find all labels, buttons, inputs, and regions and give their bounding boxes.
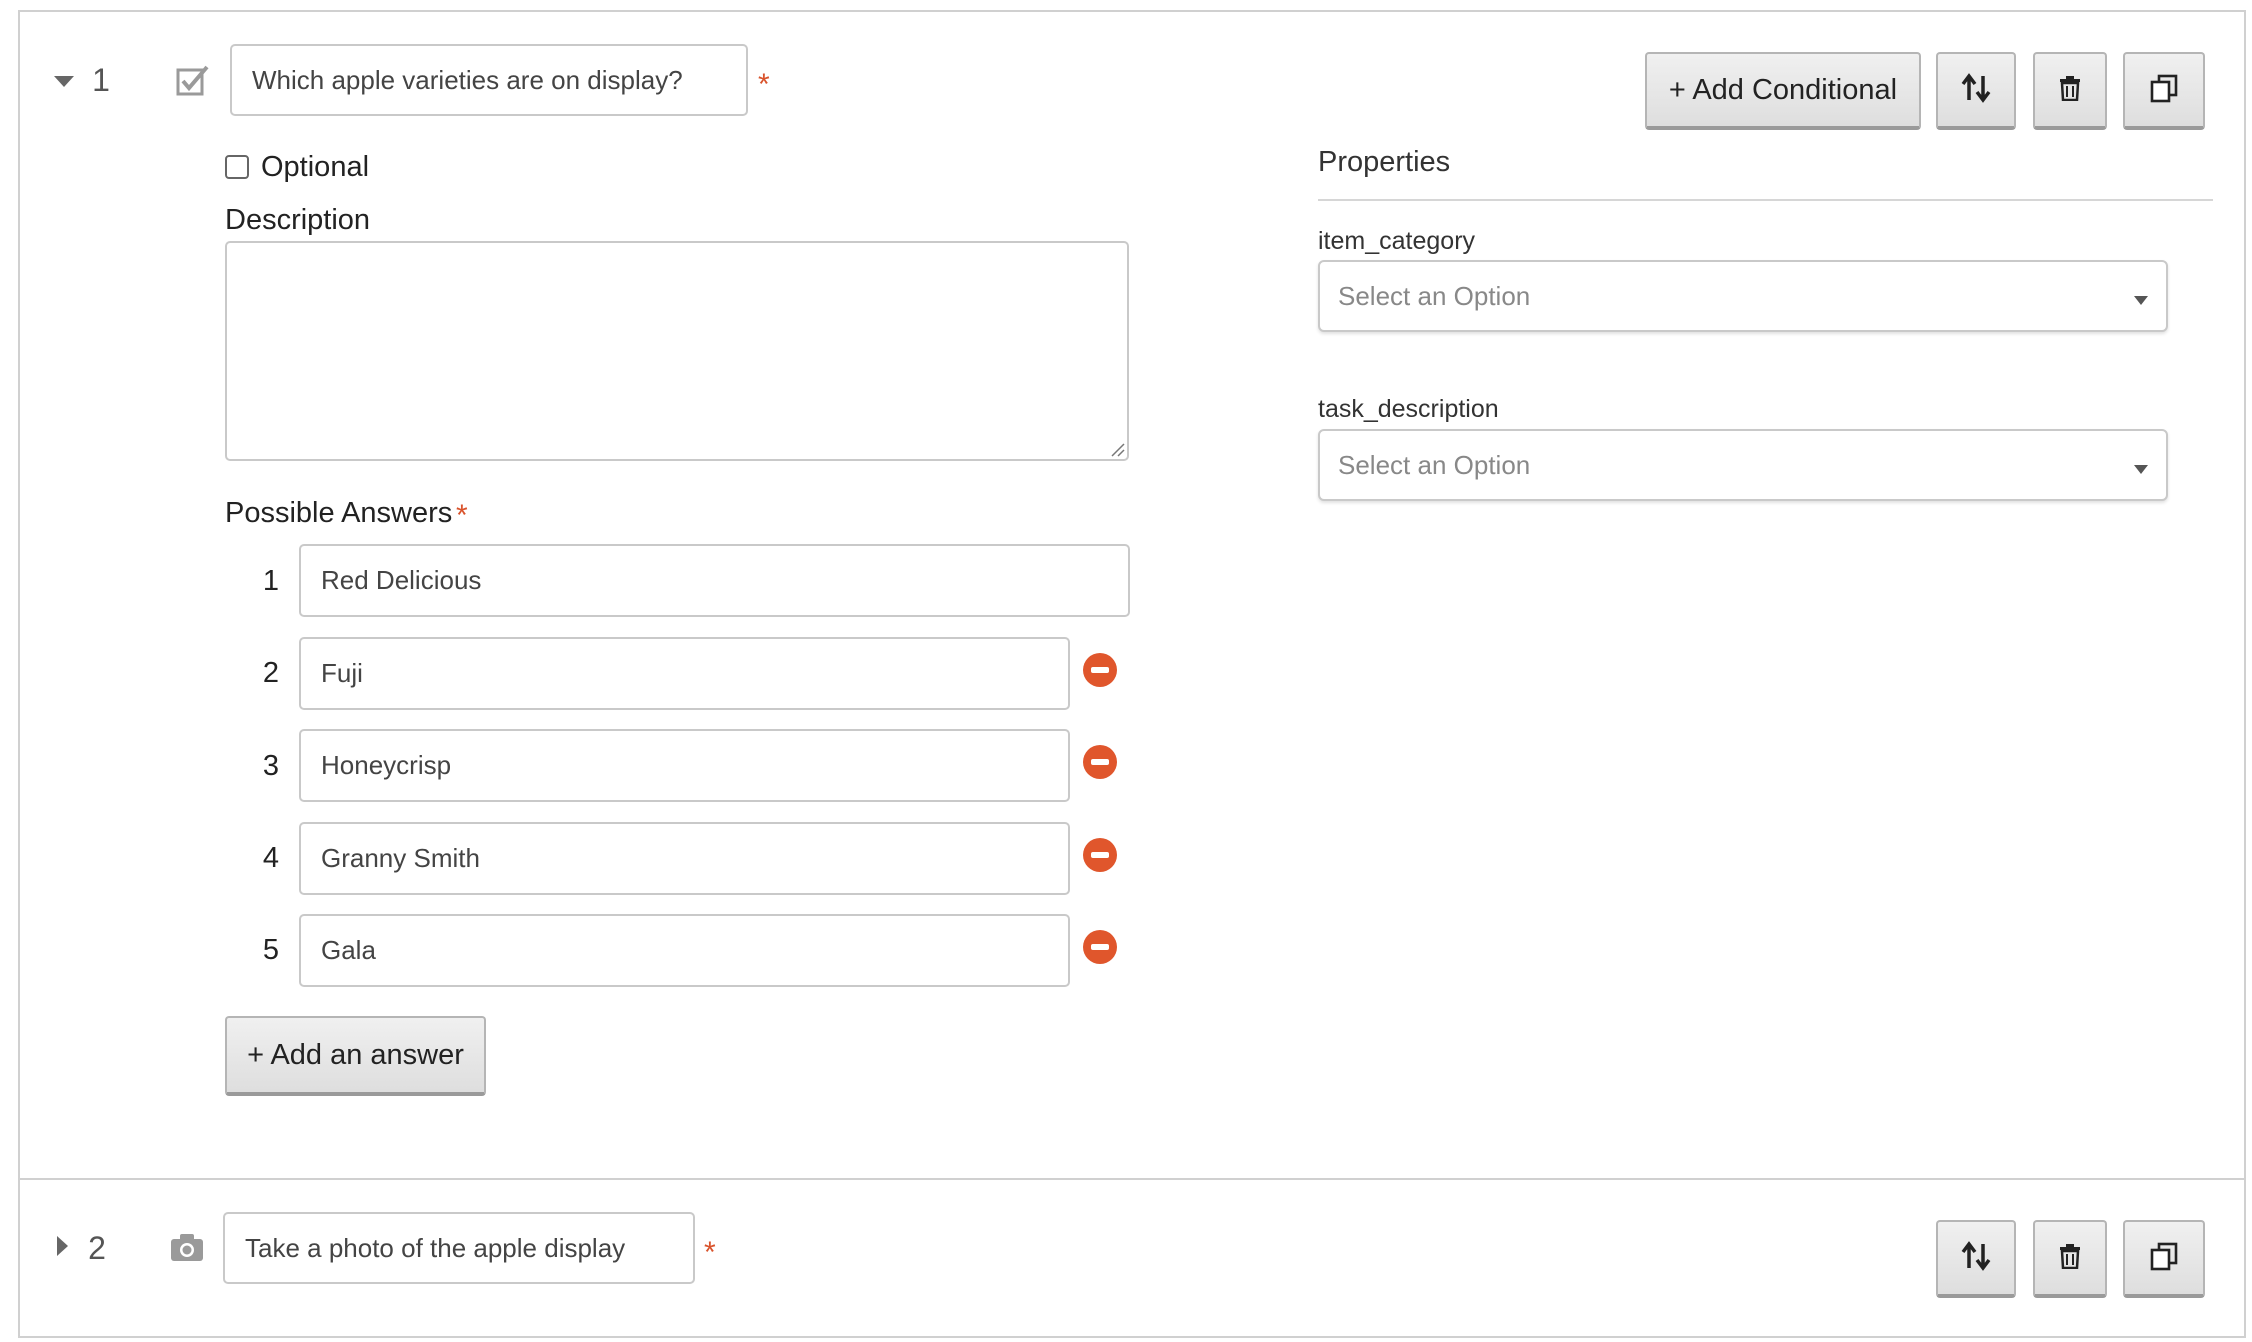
question-number: 2 [88,1230,106,1266]
question-number: 1 [92,62,110,98]
remove-answer-icon[interactable] [1083,930,1117,964]
copy-icon [2149,73,2179,108]
delete-button[interactable] [2033,1220,2107,1298]
sort-arrows-icon [1960,1240,1992,1277]
checkbox-icon [176,64,210,103]
property-label: item_category [1318,227,1476,255]
answer-input[interactable]: Red Delicious [299,544,1130,617]
resize-handle-icon[interactable] [1109,441,1125,457]
question-prompt-text: Which apple varieties are on display? [252,64,683,95]
task-description-select[interactable]: Select an Option [1318,429,2168,501]
reorder-button[interactable] [1936,52,2016,130]
trash-icon [2058,75,2082,106]
reorder-button[interactable] [1936,1220,2016,1298]
add-conditional-button[interactable]: + Add Conditional [1645,52,1921,130]
answer-input[interactable]: Gala [299,914,1070,987]
answer-input[interactable]: Granny Smith [299,822,1070,895]
add-answer-button[interactable]: + Add an answer [225,1016,486,1096]
dropdown-arrow-icon [2134,281,2148,312]
properties-divider [1318,199,2213,201]
answer-number: 2 [262,657,280,689]
question-prompt-input[interactable]: Take a photo of the apple display [223,1212,695,1284]
description-textarea[interactable] [225,241,1129,461]
properties-title: Properties [1318,146,1451,178]
property-label: task_description [1318,395,1499,423]
answer-input[interactable]: Honeycrisp [299,729,1070,802]
answer-number: 4 [262,842,280,874]
item-category-select[interactable]: Select an Option [1318,260,2168,332]
duplicate-button[interactable] [2123,1220,2205,1298]
answer-number: 5 [262,934,280,966]
answer-number: 3 [262,750,280,782]
camera-icon [170,1232,204,1267]
collapse-chevron-down-icon[interactable] [54,74,74,93]
delete-button[interactable] [2033,52,2107,130]
sort-arrows-icon [1960,72,1992,109]
dropdown-arrow-icon [2134,450,2148,481]
remove-answer-icon[interactable] [1083,745,1117,779]
possible-answers-label: Possible Answers [225,497,453,529]
required-mark: * [704,1236,716,1269]
answers-required-mark: * [456,499,468,532]
answer-number: 1 [262,565,280,597]
expand-chevron-right-icon[interactable] [56,1236,68,1261]
remove-answer-icon[interactable] [1083,838,1117,872]
required-mark: * [758,68,770,101]
answer-input[interactable]: Fuji [299,637,1070,710]
optional-checkbox[interactable] [225,155,249,179]
trash-icon [2058,1243,2082,1274]
optional-label: Optional [261,151,370,183]
remove-answer-icon[interactable] [1083,653,1117,687]
duplicate-button[interactable] [2123,52,2205,130]
description-label: Description [225,204,371,236]
copy-icon [2149,1241,2179,1276]
question-prompt-input[interactable]: Which apple varieties are on display? [230,44,748,116]
